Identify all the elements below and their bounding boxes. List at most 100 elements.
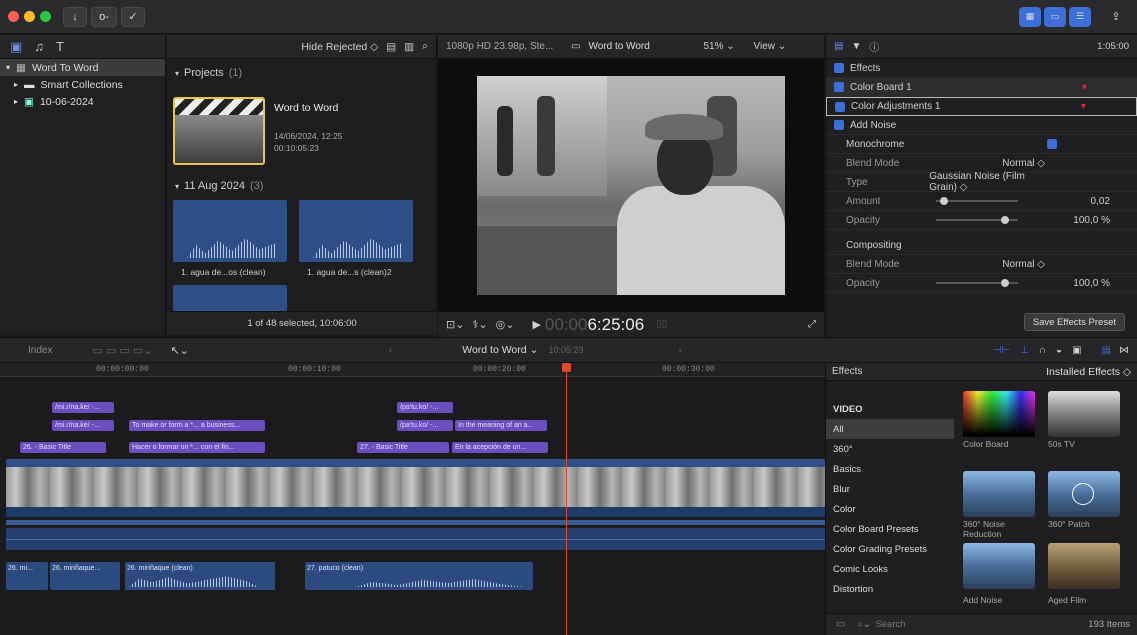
title-clip[interactable]: En la acepción de un... — [452, 442, 548, 453]
select-tool-icon[interactable]: ↖⌄ — [170, 344, 188, 357]
viewer-timecode[interactable]: 6:25:06 — [587, 315, 644, 335]
titles-icon[interactable]: T — [56, 39, 64, 54]
magic-wand-icon[interactable]: ⚕⌄ — [472, 318, 487, 331]
category-item[interactable]: All — [826, 419, 954, 439]
category-item[interactable]: Color Board Presets — [826, 519, 954, 539]
close-window-button[interactable] — [8, 11, 19, 22]
title-clip[interactable]: To make or form a *... a business... — [129, 420, 265, 431]
disclosure-icon[interactable]: ▸ — [14, 80, 18, 89]
library-item[interactable]: ▾ ▦ Word To Word — [0, 59, 165, 76]
view-dropdown[interactable]: View ⌄ — [753, 41, 786, 52]
project-thumbnail[interactable] — [173, 97, 265, 165]
audio-skimming-icon[interactable]: ⊥ — [1020, 345, 1029, 356]
amount-slider[interactable] — [936, 197, 1018, 205]
libraries-icon[interactable]: ▣ — [10, 39, 22, 55]
zoom-dropdown[interactable]: 51% ⌄ — [703, 41, 753, 52]
keywords-button[interactable]: o‑ — [91, 6, 117, 27]
share-button[interactable]: ⇪ — [1105, 7, 1127, 27]
clip-appearance-icon[interactable]: ▣ — [1072, 345, 1081, 356]
back-icon[interactable]: ‹ — [389, 345, 392, 356]
title-clip[interactable]: /mi.ɾ/na.ke/ -... — [52, 402, 114, 413]
event-group-header[interactable]: ▾ 11 Aug 2024 (3) — [175, 180, 263, 192]
inspector-toggle-button[interactable]: ☰ — [1069, 6, 1091, 27]
category-item[interactable]: Distortion — [826, 579, 954, 599]
installed-effects-dropdown[interactable]: Installed Effects ◇ — [1046, 366, 1131, 378]
comp-opacity-slider[interactable] — [936, 279, 1018, 287]
photos-icon[interactable]: ♫ — [34, 39, 44, 54]
opacity-slider[interactable] — [936, 216, 1018, 224]
compositing-header[interactable]: Compositing — [826, 236, 1137, 255]
smart-collections-item[interactable]: ▸ ▬ Smart Collections — [0, 76, 165, 93]
monochrome-checkbox[interactable] — [1047, 139, 1057, 149]
audio-clip[interactable]: 26. miriñaque... — [50, 562, 120, 590]
title-clip[interactable]: 27. - Basic Title — [357, 442, 449, 453]
audio-bed-track[interactable] — [6, 528, 825, 550]
blend-mode-dropdown[interactable]: Normal ◇ — [1002, 158, 1045, 169]
import-button[interactable]: ↓ — [63, 6, 87, 27]
snapping-icon[interactable]: ◒ — [1056, 345, 1062, 356]
effect-tile[interactable]: Aged Film — [1048, 543, 1120, 605]
speed-icon[interactable]: ◎⌄ — [496, 318, 515, 331]
audio-clip[interactable]: 26. miriñaque (clean) — [125, 562, 275, 590]
title-clip[interactable]: /mi.ɾ/na.ke/ -... — [52, 420, 114, 431]
skimming-icon[interactable]: ⊣⊢ — [993, 345, 1010, 356]
solo-icon[interactable]: ∩ — [1039, 345, 1046, 356]
effect-tile[interactable]: 360° Noise Reduction — [963, 471, 1035, 539]
sidebar-toggle-icon[interactable]: ▭ — [836, 619, 845, 630]
noise-type-dropdown[interactable]: Gaussian Noise (Film Grain) ◇ — [929, 171, 1045, 193]
effect-tile[interactable]: 50s TV — [1048, 391, 1120, 449]
disclosure-icon[interactable]: ▸ — [14, 97, 18, 106]
connected-clip-line[interactable] — [6, 520, 825, 525]
effects-search-input[interactable] — [875, 619, 1006, 630]
transitions-icon[interactable]: ⋈ — [1119, 345, 1129, 356]
timeline-ruler[interactable]: 00:00:00:00 00:00:10:00 00:00:20:00 00:0… — [0, 363, 825, 377]
filmstrip-icon[interactable]: ▥ — [404, 41, 414, 53]
effect-tile[interactable]: 360° Patch — [1048, 471, 1120, 529]
timeline-toggle-button[interactable]: ▭ — [1044, 6, 1066, 27]
title-clip[interactable]: 26. - Basic Title — [20, 442, 106, 453]
disclosure-icon[interactable]: ▾ — [6, 63, 10, 72]
effects-checkbox[interactable] — [834, 63, 844, 73]
category-item[interactable]: Basics — [826, 459, 954, 479]
minimize-window-button[interactable] — [24, 11, 35, 22]
title-clip[interactable]: In the meaning of an a... — [455, 420, 547, 431]
video-track[interactable] — [6, 459, 825, 517]
forward-icon[interactable]: › — [678, 345, 681, 356]
clip-tools-icon[interactable]: ▭ ▭ ▭ ▭⌄ — [92, 344, 152, 357]
effects-section[interactable]: Effects — [826, 59, 1137, 78]
audio-clip[interactable]: 27. patuco (clean) — [305, 562, 533, 590]
index-button[interactable]: Index — [28, 345, 52, 356]
amount-value[interactable]: 0,02 — [1050, 196, 1110, 207]
clip-appearance-icon[interactable]: ▤ — [386, 41, 396, 53]
timeline-project-dropdown[interactable]: Word to Word ⌄ — [462, 344, 538, 356]
effect-checkbox[interactable] — [835, 101, 845, 112]
format-label[interactable]: 1080p HD 23.98p, Ste... — [446, 41, 571, 52]
effect-row[interactable]: Color Adjustments 1 ▾ — [826, 97, 1137, 116]
browser-toggle-button[interactable]: ▦ — [1019, 6, 1041, 27]
play-icon[interactable]: ▶ — [532, 318, 540, 331]
save-effects-preset-button[interactable]: Save Effects Preset — [1023, 313, 1125, 331]
effect-tile[interactable]: Color Board — [963, 391, 1035, 449]
playhead-handle[interactable] — [562, 363, 571, 372]
effect-row[interactable]: Add Noise — [826, 116, 1137, 135]
effect-tile[interactable]: Add Noise — [963, 543, 1035, 605]
hide-rejected-dropdown[interactable]: Hide Rejected ◇ — [301, 41, 378, 53]
title-clip[interactable]: /pa'tu.ko/ -... — [397, 402, 453, 413]
effects-browser-icon[interactable]: ▤ — [1102, 345, 1111, 356]
comp-blend-dropdown[interactable]: Normal ◇ — [1002, 259, 1045, 270]
opacity-value[interactable]: 100,0 % — [1050, 215, 1110, 226]
category-item[interactable]: Color Grading Presets — [826, 539, 954, 559]
comp-opacity-value[interactable]: 100,0 % — [1050, 278, 1110, 289]
category-item[interactable]: Comic Looks — [826, 559, 954, 579]
fullscreen-icon[interactable]: ⤢ — [808, 319, 816, 330]
playhead[interactable] — [566, 363, 567, 635]
projects-group-header[interactable]: ▾ Projects (1) — [167, 59, 436, 79]
background-tasks-button[interactable]: ✓ — [121, 6, 145, 27]
event-item[interactable]: ▸ ▣ 10-06-2024 — [0, 93, 165, 110]
audio-clip[interactable]: 26. mi... — [6, 562, 48, 590]
info-icon[interactable]: ⓘ — [869, 39, 879, 54]
zoom-window-button[interactable] — [40, 11, 51, 22]
clip-thumbnail[interactable] — [173, 285, 287, 311]
clip-thumbnail[interactable] — [299, 200, 413, 262]
video-inspector-icon[interactable]: ▤ — [834, 41, 843, 52]
